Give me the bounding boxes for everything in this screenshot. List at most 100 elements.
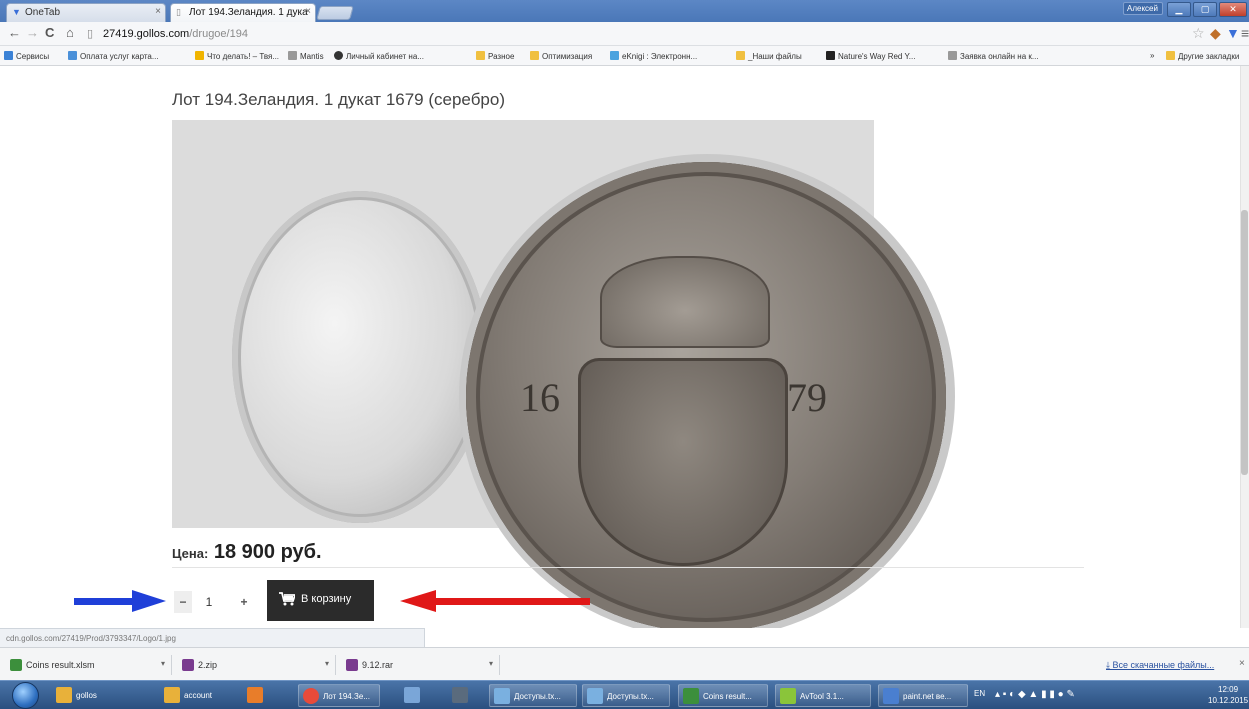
- bookmark-item[interactable]: Оплата услуг карта...: [68, 51, 159, 61]
- onetab-icon: ▼: [12, 7, 21, 17]
- menu-icon[interactable]: ≡: [1241, 25, 1249, 41]
- bookmark-label: Разное: [488, 52, 515, 61]
- coin-obverse-image: [232, 191, 488, 523]
- download-item[interactable]: 9.12.rar ▾: [340, 655, 500, 675]
- new-tab-button[interactable]: [316, 6, 354, 20]
- bookmark-item[interactable]: Mantis: [288, 51, 324, 61]
- profile-button[interactable]: Алексей: [1123, 2, 1163, 15]
- forward-icon[interactable]: →: [26, 26, 39, 40]
- notepad-icon: [494, 688, 510, 704]
- url-host: 27419.gollos.com: [103, 28, 190, 40]
- bookmark-item[interactable]: Что делать! – Твя...: [195, 51, 279, 61]
- home-icon[interactable]: ⌂: [66, 26, 74, 40]
- close-window-button[interactable]: ✕: [1219, 2, 1247, 17]
- chrome-icon: [303, 688, 319, 704]
- scrollbar-thumb[interactable]: [1241, 210, 1248, 475]
- taskbar-item[interactable]: gollos: [52, 684, 108, 707]
- app-icon: [780, 688, 796, 704]
- bookmark-label: Сервисы: [16, 52, 50, 61]
- download-item[interactable]: Coins result.xlsm ▾: [4, 655, 172, 675]
- taskbar: gollos account Лот 194.Зе... Доступы.tx.…: [0, 680, 1249, 709]
- taskbar-item[interactable]: [400, 684, 428, 707]
- downloads-bar: Coins result.xlsm ▾ 2.zip ▾ 9.12.rar ▾ ⤓…: [0, 647, 1249, 680]
- bookmark-icon: [610, 51, 619, 60]
- address-bar[interactable]: ▯ 27419.gollos.com/drugoe/194: [85, 24, 1175, 44]
- all-downloads-link[interactable]: ⤓ Все скачанные файлы...: [1106, 660, 1214, 671]
- price: Цена: 18 900 руб.: [172, 541, 322, 564]
- clock-date: 10.12.2015: [1208, 696, 1249, 705]
- chevron-down-icon[interactable]: ▾: [325, 659, 329, 668]
- tab-lot-194[interactable]: ▯ Лот 194.Зеландия. 1 дука ×: [170, 3, 316, 22]
- taskbar-label: Доступы.tx...: [514, 692, 561, 701]
- coin-year-right: 79: [787, 375, 827, 420]
- bookmark-item[interactable]: Заявка онлайн на к...: [948, 51, 1039, 61]
- bookmark-item[interactable]: Личный кабинет на...: [334, 51, 424, 61]
- bookmark-item[interactable]: Nature's Way Red Y...: [826, 51, 915, 61]
- onetab-extension-icon[interactable]: ▼: [1226, 25, 1240, 41]
- taskbar-label: Coins result...: [703, 692, 752, 701]
- download-item[interactable]: 2.zip ▾: [176, 655, 336, 675]
- status-url: cdn.gollos.com/27419/Prod/3793347/Logo/1…: [0, 628, 425, 647]
- bookmark-star-icon[interactable]: ☆: [1192, 25, 1205, 41]
- start-button[interactable]: [12, 682, 39, 709]
- url-path: /drugoe/194: [189, 28, 248, 40]
- apps-icon: [4, 51, 13, 60]
- taskbar-item[interactable]: AvTool 3.1...: [775, 684, 871, 707]
- language-indicator[interactable]: EN: [974, 689, 985, 698]
- bookmark-item[interactable]: eKnigi : Электронн...: [610, 51, 697, 61]
- page-icon: ▯: [87, 28, 94, 40]
- bookmark-icon: [334, 51, 343, 60]
- bookmark-folder[interactable]: _Наши файлы: [736, 51, 802, 61]
- bookmark-label: eKnigi : Электронн...: [622, 52, 698, 61]
- chevron-down-icon[interactable]: ▾: [161, 659, 165, 668]
- close-tab-icon[interactable]: ×: [155, 6, 161, 17]
- excel-icon: [683, 688, 699, 704]
- cart-icon: [279, 592, 295, 606]
- taskbar-item[interactable]: Доступы.tx...: [582, 684, 670, 707]
- close-downloads-icon[interactable]: ×: [1239, 658, 1245, 669]
- extension-icon[interactable]: ◆: [1210, 25, 1221, 41]
- bookmark-folder[interactable]: Разное: [476, 51, 514, 61]
- back-icon[interactable]: ←: [8, 26, 21, 40]
- bookmark-label: Что делать! – Твя...: [207, 52, 280, 61]
- close-tab-icon[interactable]: ×: [305, 6, 311, 17]
- bookmark-folder[interactable]: Оптимизация: [530, 51, 592, 61]
- taskbar-item[interactable]: paint.net ве...: [878, 684, 968, 707]
- tray-icons[interactable]: ▴ ▪ ◐ ◆ ▲ ▮ ▮ ● ✎: [995, 689, 1075, 700]
- reload-icon[interactable]: C: [45, 26, 54, 40]
- taskbar-item[interactable]: [243, 684, 271, 707]
- folder-icon: [164, 687, 180, 703]
- archive-file-icon: [182, 659, 194, 671]
- clock[interactable]: 12:09 10.12.2015: [1208, 684, 1248, 706]
- coin-shield-relief: [578, 358, 788, 566]
- price-label: Цена:: [172, 546, 209, 561]
- archive-file-icon: [346, 659, 358, 671]
- price-value: 18 900 руб.: [213, 541, 322, 563]
- bookmark-item[interactable]: Сервисы: [4, 51, 49, 61]
- folder-icon: [530, 51, 539, 60]
- tab-strip: ▼ OneTab × ▯ Лот 194.Зеландия. 1 дука × …: [0, 0, 1249, 22]
- taskbar-item-chrome[interactable]: Лот 194.Зе...: [298, 684, 380, 707]
- bookmark-label: Заявка онлайн на к...: [960, 52, 1039, 61]
- divider: [172, 567, 1084, 568]
- download-label: 2.zip: [198, 660, 218, 670]
- lot-title: Лот 194.Зеландия. 1 дукат 1679 (серебро): [172, 90, 506, 109]
- toolbar: ← → C ⌂ ▯ 27419.gollos.com/drugoe/194 ☆ …: [0, 22, 1249, 46]
- chevron-down-icon[interactable]: ▾: [489, 659, 493, 668]
- taskbar-item[interactable]: account: [160, 684, 232, 707]
- quantity-increase-button[interactable]: +: [235, 591, 253, 613]
- bookmarks-overflow[interactable]: »: [1150, 51, 1154, 60]
- other-bookmarks[interactable]: Другие закладки: [1166, 51, 1239, 61]
- amazon-icon: [826, 51, 835, 60]
- add-to-cart-button[interactable]: В корзину: [267, 580, 374, 621]
- bookmarks-bar: Сервисы Оплата услуг карта... Что делать…: [0, 46, 1249, 66]
- taskbar-item[interactable]: Доступы.tx...: [489, 684, 577, 707]
- tab-onetab[interactable]: ▼ OneTab ×: [6, 3, 166, 22]
- taskbar-item[interactable]: Coins result...: [678, 684, 768, 707]
- quantity-decrease-button[interactable]: −: [174, 591, 192, 613]
- taskbar-item[interactable]: [448, 684, 476, 707]
- maximize-button[interactable]: ▢: [1193, 2, 1217, 17]
- quantity-input[interactable]: 1: [194, 591, 224, 613]
- minimize-button[interactable]: ▁: [1167, 2, 1191, 17]
- bookmark-label: Оптимизация: [542, 52, 593, 61]
